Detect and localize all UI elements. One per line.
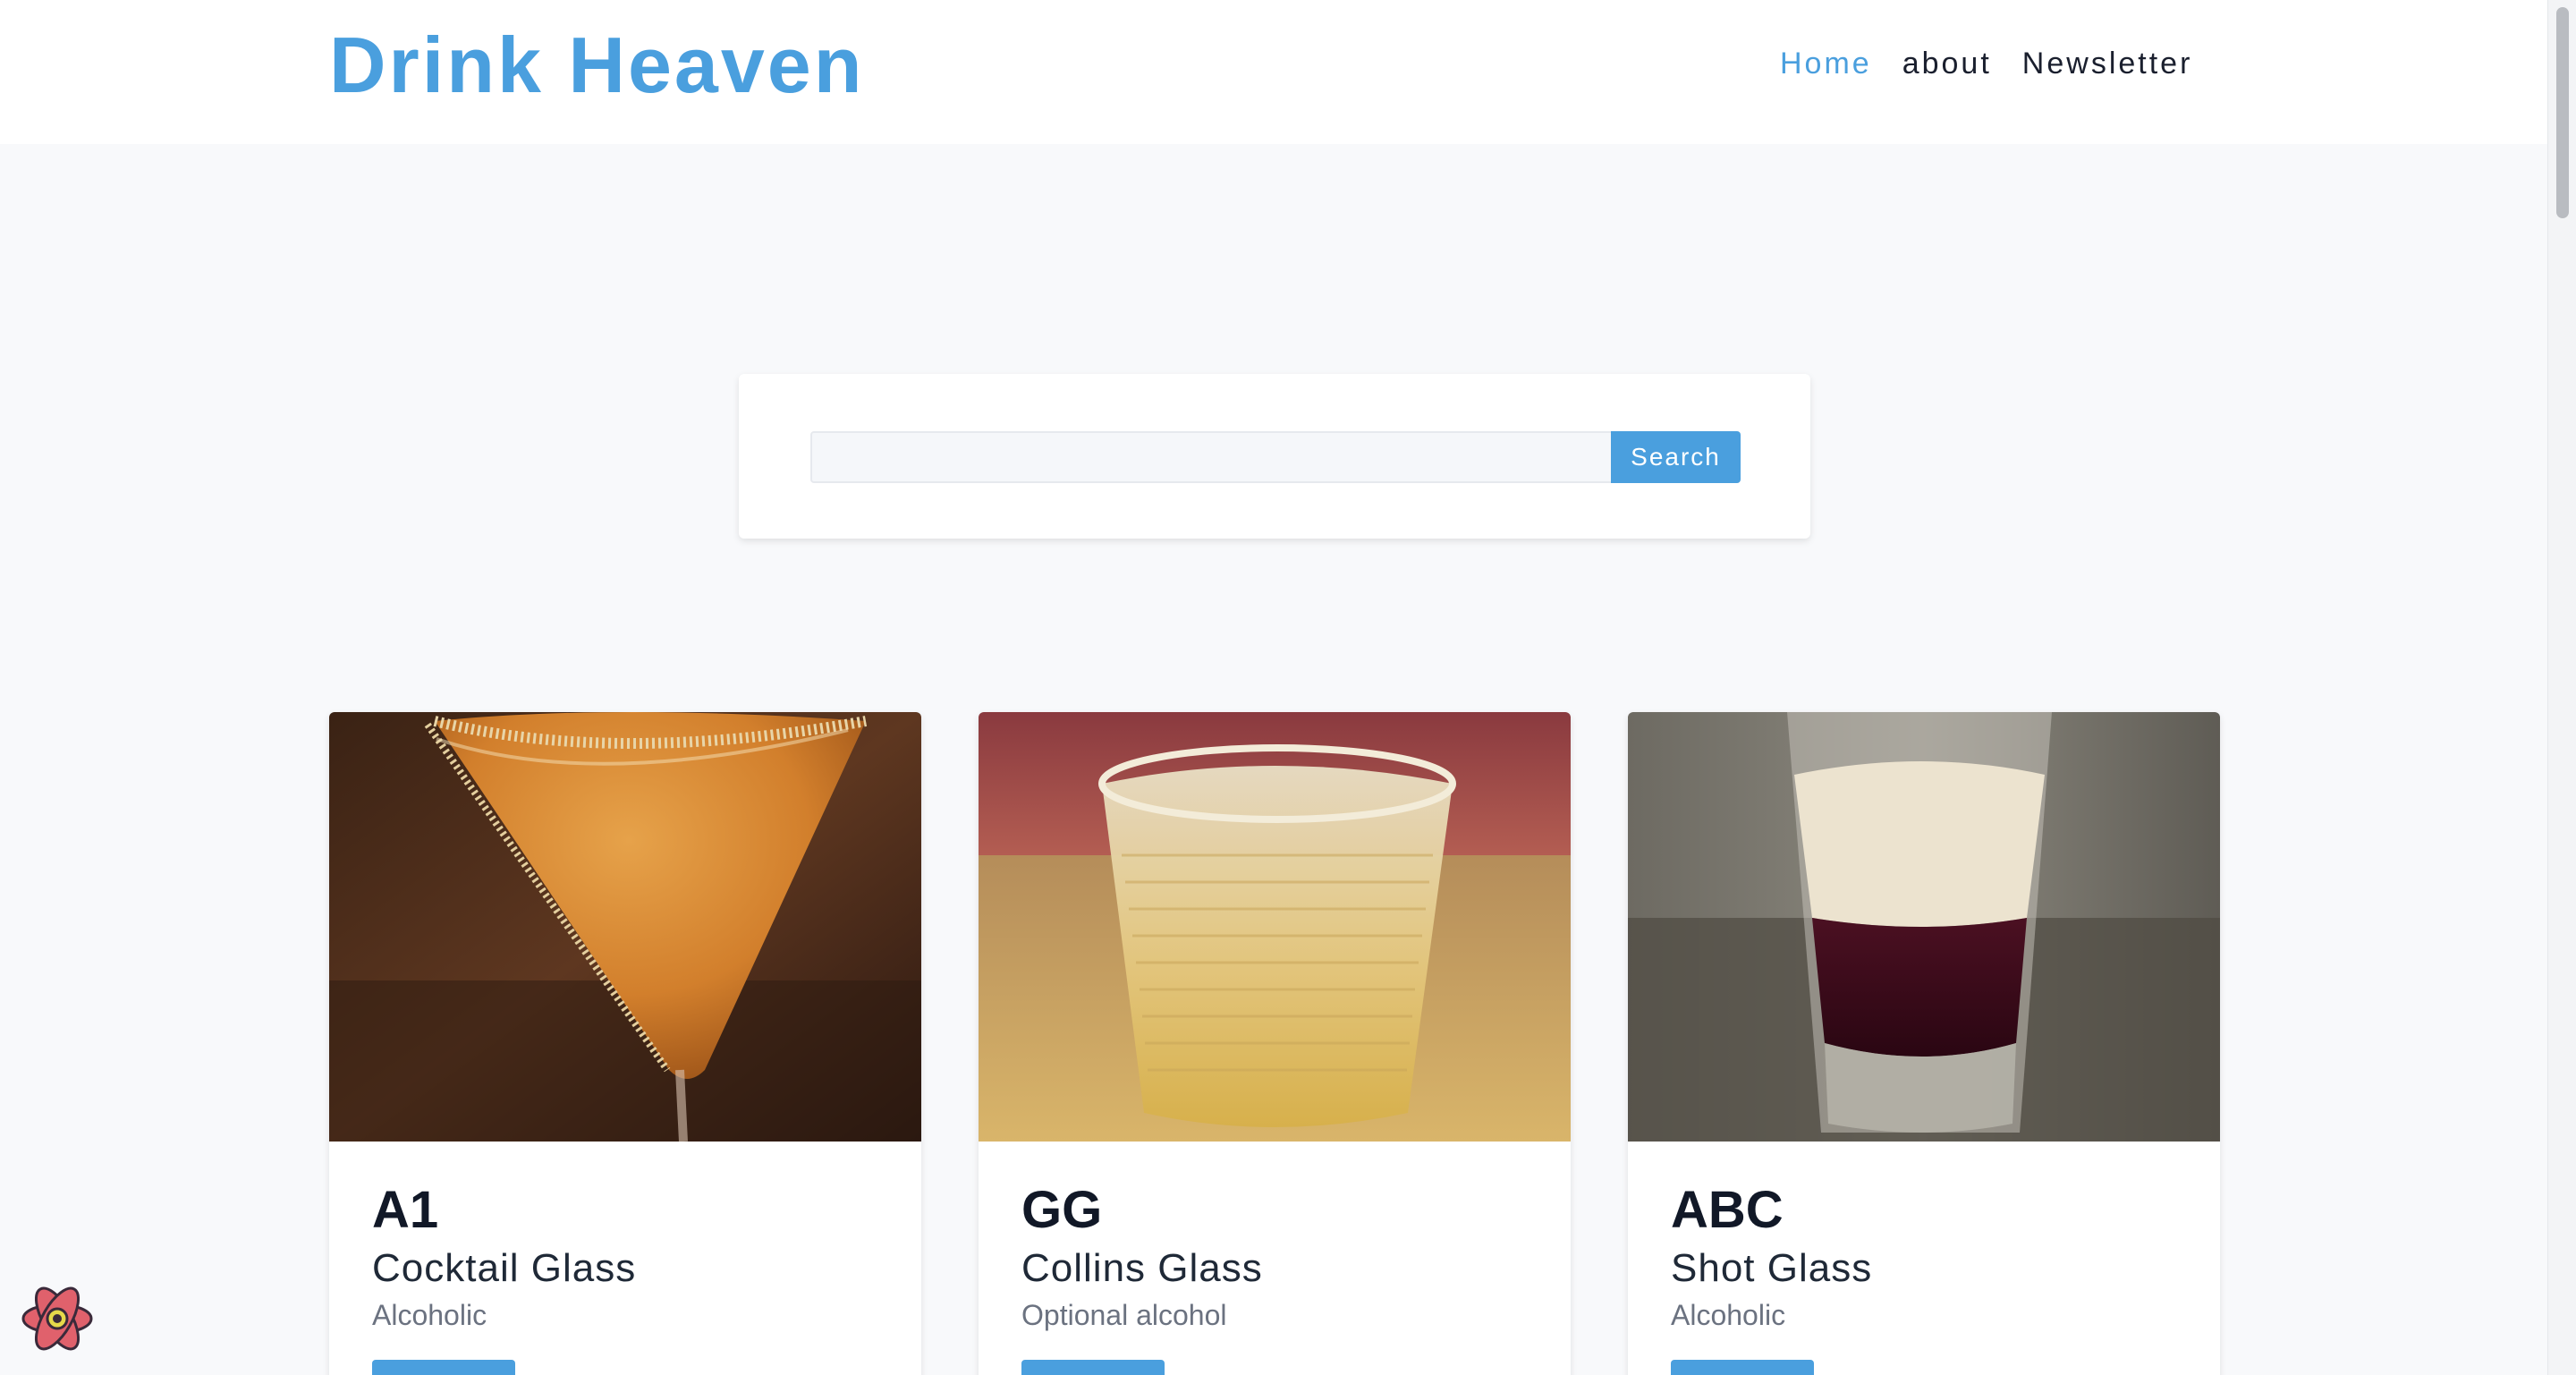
nav-home-link[interactable]: Home xyxy=(1780,41,1872,86)
search-button[interactable]: Search xyxy=(1611,431,1741,483)
card-details-button[interactable] xyxy=(372,1360,515,1375)
card-title: A1 xyxy=(372,1181,439,1239)
search-card: Search xyxy=(739,374,1810,539)
card-title: ABC xyxy=(1671,1181,1784,1239)
drink-card-abc: ABC Shot Glass Alcoholic xyxy=(1628,712,2220,1375)
card-details-button[interactable] xyxy=(1021,1360,1165,1375)
card-glass: Collins Glass xyxy=(1021,1246,1263,1290)
collins-glass-drink-photo[interactable] xyxy=(979,712,1571,1142)
search-input[interactable] xyxy=(810,431,1614,483)
card-details-button[interactable] xyxy=(1671,1360,1814,1375)
card-alcohol-type: Alcoholic xyxy=(372,1299,487,1331)
card-alcohol-type: Optional alcohol xyxy=(1021,1299,1227,1331)
drink-card-gg: GG Collins Glass Optional alcohol xyxy=(979,712,1571,1375)
nav-about-link[interactable]: about xyxy=(1902,41,1992,86)
card-title: GG xyxy=(1021,1181,1103,1239)
nav-newsletter-link[interactable]: Newsletter xyxy=(2022,41,2193,86)
react-devtools-icon[interactable] xyxy=(20,1281,95,1356)
shot-glass-drink-photo[interactable] xyxy=(1628,712,2220,1142)
page-scrollbar[interactable] xyxy=(2547,0,2576,1375)
site-logo[interactable]: Drink Heaven xyxy=(329,16,864,115)
scrollbar-thumb[interactable] xyxy=(2556,7,2569,218)
page: Drink Heaven Home about Newsletter Searc… xyxy=(0,0,2547,1375)
main-nav: Home about Newsletter xyxy=(1780,41,2192,86)
drink-card-a1: A1 Cocktail Glass Alcoholic xyxy=(329,712,921,1375)
site-header: Drink Heaven Home about Newsletter xyxy=(0,0,2547,144)
card-glass: Shot Glass xyxy=(1671,1246,1873,1290)
cocktail-glass-drink-photo[interactable] xyxy=(329,712,921,1142)
card-glass: Cocktail Glass xyxy=(372,1246,637,1290)
card-alcohol-type: Alcoholic xyxy=(1671,1299,1786,1331)
